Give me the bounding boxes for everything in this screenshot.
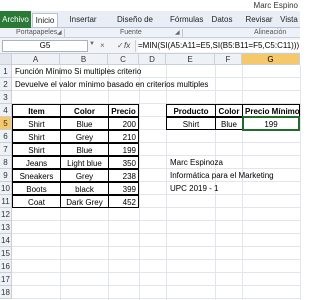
column-header-e[interactable]: E xyxy=(166,54,215,65)
column-header-a[interactable]: A xyxy=(12,54,60,65)
header-color[interactable]: Color xyxy=(60,104,109,117)
row-header-1[interactable]: 1 xyxy=(0,65,12,78)
criteria-producto[interactable]: Shirt xyxy=(166,117,216,130)
tab-revisar[interactable]: Revisar xyxy=(244,13,274,27)
table-cell-color[interactable]: Grey xyxy=(60,169,109,182)
table-cell-precio[interactable]: 200 xyxy=(108,117,139,130)
row-header-17[interactable]: 17 xyxy=(0,273,12,286)
table-cell-precio[interactable]: 399 xyxy=(108,182,139,195)
chevron-down-icon[interactable]: ▼ xyxy=(89,41,95,47)
header-item[interactable]: Item xyxy=(12,104,61,117)
row-header-7[interactable]: 7 xyxy=(0,143,12,156)
insert-function-icon[interactable]: fx xyxy=(124,40,130,52)
gridline-horizontal xyxy=(12,246,300,247)
table-cell-precio[interactable]: 350 xyxy=(108,156,139,169)
row-header-4[interactable]: 4 xyxy=(0,104,12,117)
table-cell-precio[interactable]: 199 xyxy=(108,143,139,156)
table-cell-precio[interactable]: 452 xyxy=(108,195,139,208)
criteria-color[interactable]: Blue xyxy=(215,117,243,130)
column-header-b[interactable]: B xyxy=(60,54,108,65)
row-header-2[interactable]: 2 xyxy=(0,78,12,91)
column-header-f[interactable]: F xyxy=(215,54,242,65)
row-header-14[interactable]: 14 xyxy=(0,234,12,247)
group-separator xyxy=(64,29,65,37)
table-cell-precio[interactable]: 238 xyxy=(108,169,139,182)
tab-archivo[interactable]: Archivo xyxy=(0,11,31,28)
gridline-horizontal xyxy=(12,298,300,299)
gridline-vertical xyxy=(242,65,243,300)
fuente-launcher-icon[interactable]: ◢ xyxy=(175,29,180,36)
cell-a1[interactable]: Función Mínimo Si multiples criterio xyxy=(13,65,143,78)
gridline-horizontal xyxy=(12,272,300,273)
formula-bar: G5 ▼ × ✓ fx =MIN(SI(A5:A11=E5,SI(B5:B11=… xyxy=(0,38,300,54)
tab-diseno-pagina[interactable]: Diseño de página xyxy=(104,13,166,38)
table-cell-item[interactable]: Shirt xyxy=(12,117,61,130)
table-cell-item[interactable]: Coat xyxy=(12,195,61,208)
row-header-15[interactable]: 15 xyxy=(0,247,12,260)
table-cell-color[interactable]: Blue xyxy=(60,117,109,130)
group-portapapeles: Portapapeles xyxy=(16,29,58,36)
tab-formulas[interactable]: Fórmulas xyxy=(170,13,203,27)
table-cell-item[interactable]: Jeans xyxy=(12,156,61,169)
header-criteria-color[interactable]: Color xyxy=(215,104,243,117)
column-header-g[interactable]: G xyxy=(242,54,300,65)
row-header-3[interactable]: 3 xyxy=(0,91,12,104)
row-header-13[interactable]: 13 xyxy=(0,221,12,234)
table-cell-color[interactable]: black xyxy=(60,182,109,195)
row-header-9[interactable]: 9 xyxy=(0,169,12,182)
portapapeles-launcher-icon[interactable]: ◢ xyxy=(57,29,62,36)
gridline-vertical xyxy=(139,65,140,300)
gridline-horizontal xyxy=(12,220,300,221)
gridline-vertical xyxy=(166,65,167,300)
formula-divider xyxy=(135,40,136,52)
table-cell-color[interactable]: Blue xyxy=(60,143,109,156)
table-cell-item[interactable]: Sneakers xyxy=(12,169,61,182)
table-cell-precio[interactable]: 210 xyxy=(108,130,139,143)
ribbon-group-labels: Portapapeles ◢ Fuente ◢ Alineación xyxy=(0,28,300,38)
header-precio[interactable]: Precio xyxy=(108,104,139,117)
tab-inicio[interactable]: Inicio xyxy=(32,13,58,27)
group-separator xyxy=(182,29,183,37)
note-course[interactable]: Informática para el Marketing xyxy=(168,169,276,182)
row-header-11[interactable]: 11 xyxy=(0,195,12,208)
name-box[interactable]: G5 xyxy=(2,40,88,52)
table-cell-item[interactable]: Shirt xyxy=(12,130,61,143)
table-cell-color[interactable]: Grey xyxy=(60,130,109,143)
group-fuente: Fuente xyxy=(120,29,142,36)
row-header-8[interactable]: 8 xyxy=(0,156,12,169)
formula-input[interactable]: =MIN(SI(A5:A11=E5,SI(B5:B11=F5,C5:C11))) xyxy=(138,40,300,52)
table-cell-item[interactable]: Boots xyxy=(12,182,61,195)
row-header-6[interactable]: 6 xyxy=(0,130,12,143)
tab-vista[interactable]: Vista xyxy=(278,13,300,27)
column-header-d[interactable]: D xyxy=(139,54,166,65)
note-author[interactable]: Marc Espinoza xyxy=(168,156,225,169)
table-cell-color[interactable]: Dark Grey xyxy=(60,195,109,208)
header-producto[interactable]: Producto xyxy=(166,104,216,117)
gridline-horizontal xyxy=(12,285,300,286)
select-all-corner[interactable] xyxy=(0,54,12,65)
group-alineacion: Alineación xyxy=(254,29,287,36)
row-header-10[interactable]: 10 xyxy=(0,182,12,195)
gridline-horizontal xyxy=(12,259,300,260)
cell-a2[interactable]: Devuelve el valor mínimo basado en crite… xyxy=(13,78,210,91)
column-header-c[interactable]: C xyxy=(108,54,139,65)
window-title: Marc Espino xyxy=(253,1,298,10)
tab-datos[interactable]: Datos xyxy=(210,13,234,27)
table-cell-color[interactable]: Light blue xyxy=(60,156,109,169)
tab-insertar[interactable]: Insertar xyxy=(66,13,100,27)
row-header-12[interactable]: 12 xyxy=(0,208,12,221)
active-cell-highlight xyxy=(242,116,300,131)
ribbon-tabs: Archivo Inicio Insertar Diseño de página… xyxy=(0,11,300,38)
table-cell-item[interactable]: Shirt xyxy=(12,143,61,156)
gridline-vertical xyxy=(300,65,301,300)
row-header-16[interactable]: 16 xyxy=(0,260,12,273)
row-header-5[interactable]: 5 xyxy=(0,117,12,130)
row-header-18[interactable]: 18 xyxy=(0,286,12,299)
gridline-horizontal xyxy=(12,233,300,234)
note-term[interactable]: UPC 2019 - 1 xyxy=(168,182,220,195)
worksheet-grid[interactable]: ABCDEFG 1 2 3 4 5 6 7 8 9 10 11 12 13 14 15 16 17 18 Func… xyxy=(0,54,301,300)
